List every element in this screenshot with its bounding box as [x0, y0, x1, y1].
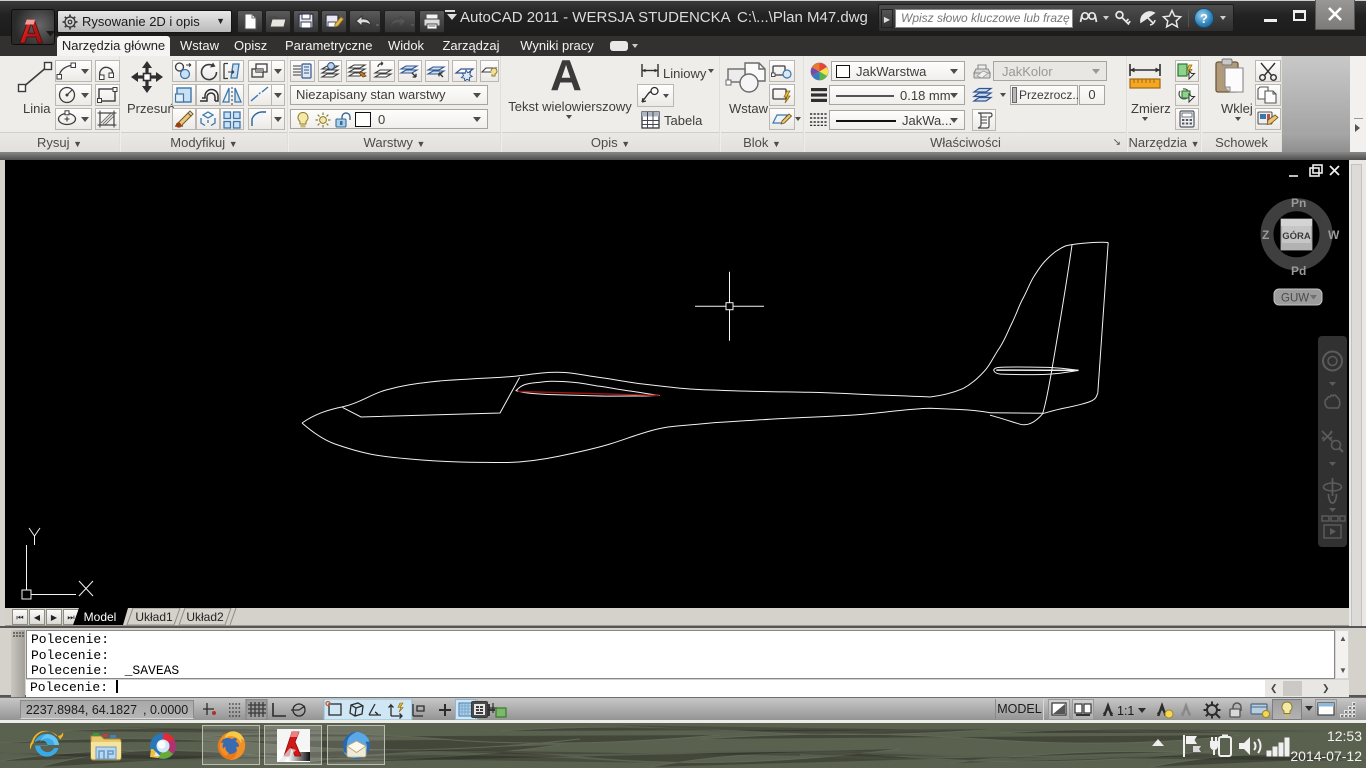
svg-text:A: A	[19, 13, 44, 46]
svg-text:1:1: 1:1	[1117, 704, 1134, 718]
svg-text:Pd: Pd	[1291, 264, 1306, 278]
svg-text:Z: Z	[1262, 228, 1269, 242]
svg-text:W: W	[1328, 228, 1340, 242]
svg-text:Model: Model	[84, 610, 117, 624]
svg-text:Układ1: Układ1	[135, 610, 173, 624]
svg-text:Pn: Pn	[1291, 196, 1306, 210]
svg-text:Układ2: Układ2	[186, 610, 224, 624]
svg-text:GÓRA: GÓRA	[1282, 230, 1311, 242]
svg-text:GUW: GUW	[1281, 293, 1309, 305]
